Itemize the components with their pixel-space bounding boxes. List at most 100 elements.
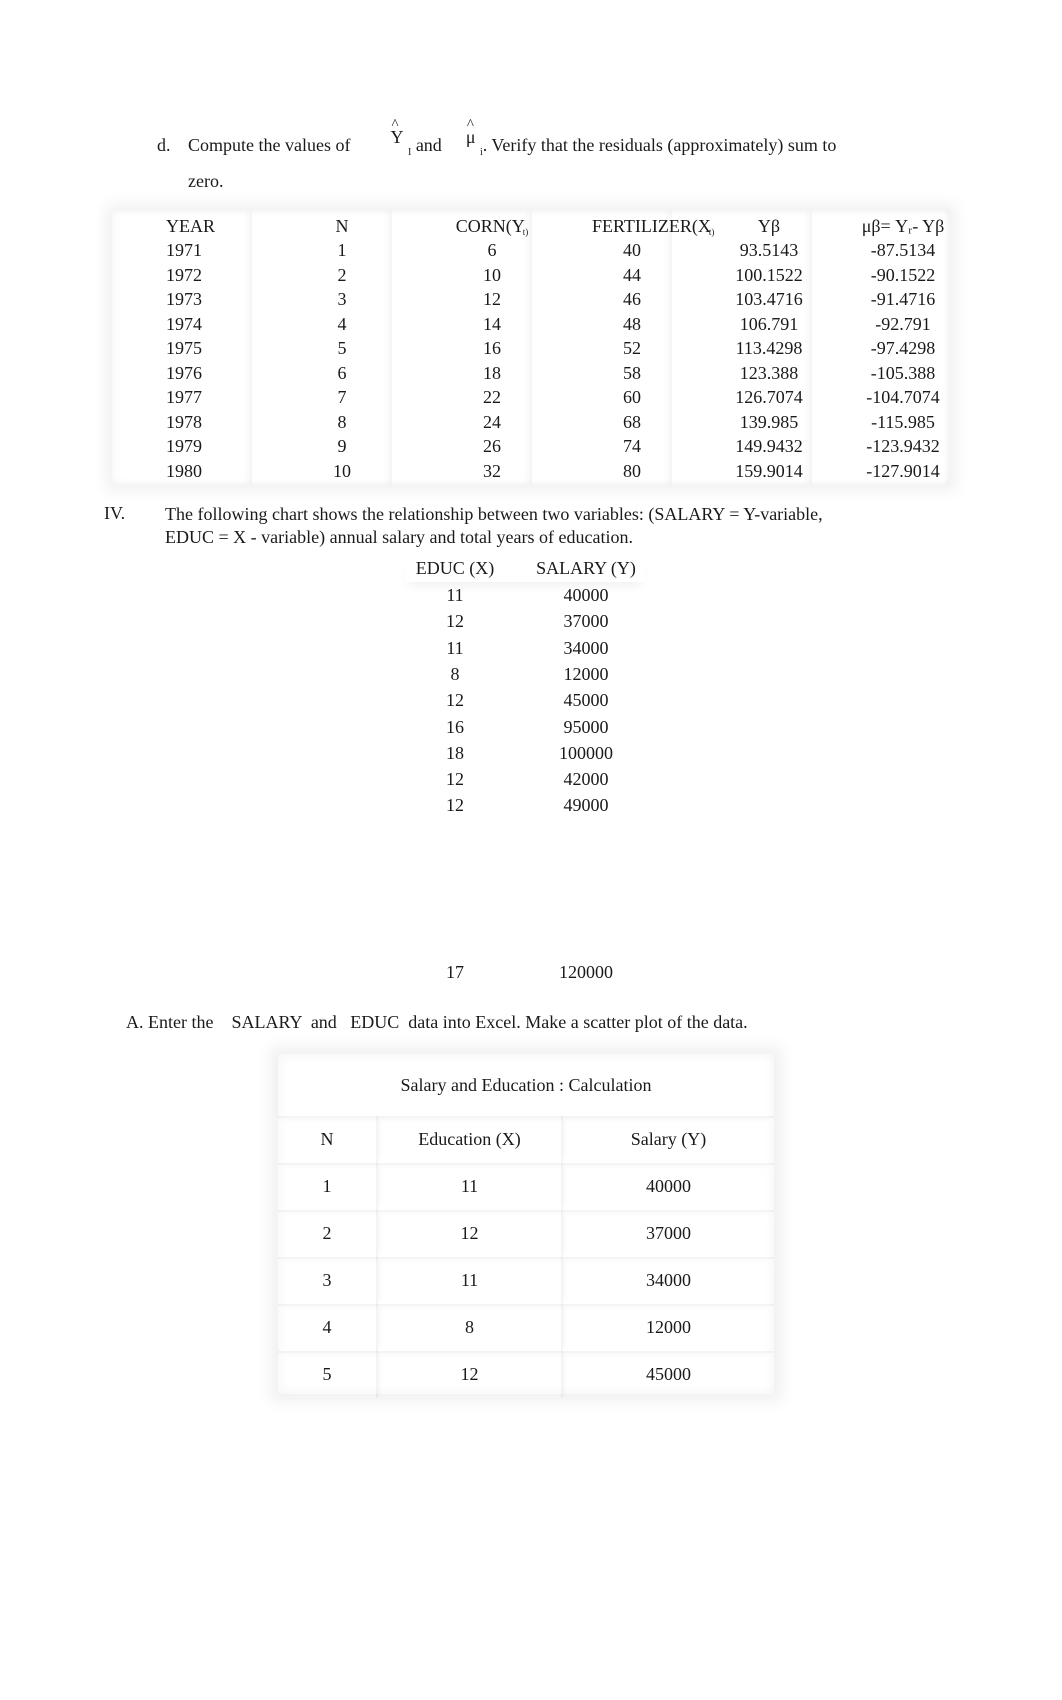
cell-n: 2 [337,264,347,285]
question-d-text: Compute the values of Y ^ I and μ ^ i. Verif… [188,117,836,158]
cell-corn: 16 [483,338,501,358]
cell-year: 1972 [166,264,202,285]
list-item-salary: 12000 [563,663,609,684]
y-hat-subscript: I [407,147,412,158]
cell-residual: -91.4716 [870,289,936,309]
cell-yhat: 103.4716 [735,289,803,309]
cell-corn: 26 [483,436,501,456]
list-item-educ: 11 [446,585,464,605]
cell-fertilizer: 74 [623,436,641,456]
list-item-educ: 18 [446,742,464,763]
cell-n: 5 [337,338,347,358]
header-residual: μβ= Yᵣ- Yβ [861,216,945,236]
cell-fertilizer: 52 [623,338,641,358]
list-item-educ: 8 [450,663,460,684]
cell-yhat: 123.388 [739,362,799,383]
cell-n: 1 [278,1163,378,1210]
cell-yhat: 106.791 [739,313,799,334]
list-item-salary: 49000 [563,795,609,816]
cell-residual: -127.9014 [866,460,940,481]
cell-residual: -115.985 [871,411,935,432]
list-header-educ: EDUC (X) [415,558,495,578]
question-d-and: and [415,135,442,155]
cell-n: 1 [337,240,347,260]
list-item-educ: 12 [446,611,464,632]
list-item-salary: 100000 [559,742,613,763]
header-salary: Salary (Y) [630,1129,707,1149]
cell-year: 1976 [166,362,202,383]
table-row: 1972 2 10 44 100.1522 -90.1522 [112,263,950,287]
table-header-row: N Education (X) Salary (Y) [278,1116,774,1165]
hat-mark: ^ [466,117,474,133]
cell-yhat: 126.7074 [735,387,803,407]
cell-yhat: 149.9432 [735,436,803,456]
cell-fertilizer: 68 [623,411,641,432]
header-fertilizer-subscript: t) [708,227,715,237]
cell-n: 3 [337,289,347,309]
cell-n: 4 [337,313,347,334]
cell-n: 10 [333,460,351,481]
cell-salary: 40000 [646,1176,691,1196]
header-yhat: Yβ [757,216,781,236]
cell-corn: 32 [483,460,501,481]
cell-corn: 24 [483,411,501,432]
table-row: 1980 10 32 80 159.9014 -127.9014 [112,459,950,483]
list-item-salary: 45000 [563,690,609,711]
question-d-text-before: Compute the values of [188,135,351,155]
cell-year: 1978 [166,411,202,432]
section-iv-line-2: EDUC = X - variable) annual salary and t… [165,527,633,547]
cell-yhat: 139.985 [739,411,799,432]
list-item-salary: 40000 [563,585,609,605]
list-item-salary: 34000 [563,637,609,658]
cell-residual: -87.5134 [870,240,936,260]
cell-corn: 12 [483,289,501,309]
table-row: 2 12 37000 [278,1210,774,1259]
table-row: 1973 3 12 46 103.4716 -91.4716 [112,287,950,311]
cell-n: 7 [337,387,347,407]
table-row: 1 11 40000 [278,1163,774,1212]
cell-year: 1973 [166,289,202,309]
cell-education: 8 [378,1304,563,1351]
list-item-salary: 42000 [563,769,609,790]
cell-n: 5 [278,1351,378,1398]
table-title: Salary and Education : Calculation [278,1054,774,1118]
header-corn-label: CORN(Y [455,216,525,236]
header-year: YEAR [166,216,215,236]
cell-salary: 37000 [646,1223,691,1243]
cell-residual: -97.4298 [870,338,936,358]
table-row: 1976 6 18 58 123.388 -105.388 [112,361,950,385]
cell-yhat: 159.9014 [735,460,803,481]
list-last-educ: 17 [446,962,464,982]
cell-year: 1977 [166,387,202,407]
list-last-salary: 120000 [559,962,613,982]
cell-salary: 45000 [646,1364,691,1384]
table-row: 4 8 12000 [278,1304,774,1353]
list-header-salary: SALARY (Y) [536,558,636,578]
cell-year: 1979 [166,436,202,456]
cell-fertilizer: 58 [623,362,641,383]
table-row: 1971 1 6 40 93.5143 -87.5134 [112,238,950,262]
cell-yhat: 93.5143 [739,240,799,260]
question-d-continued: zero. [188,171,224,191]
cell-residual: -104.7074 [866,387,940,407]
section-iv-text: The following chart shows the relationsh… [165,503,925,549]
cell-corn: 18 [483,362,501,383]
mu-hat-symbol: μ ^ [466,117,476,156]
cell-salary: 12000 [646,1317,691,1337]
question-d-label: d. [157,135,171,155]
list-item-educ: 12 [446,769,464,790]
cell-year: 1980 [166,460,202,481]
table-row: 1979 9 26 74 149.9432 -123.9432 [112,434,950,458]
salary-education-table: Salary and Education : Calculation N Edu… [278,1054,774,1398]
cell-year: 1971 [166,240,202,260]
cell-n: 8 [337,411,347,432]
cell-residual: -123.9432 [866,436,940,456]
header-corn-subscript: t) [522,227,529,237]
corn-fertilizer-table: YEAR N CORN(Yt) FERTILIZER(Xt) Yβ μβ= Yᵣ… [112,210,950,485]
cell-residual: -92.791 [875,313,931,334]
table-row: 3 11 34000 [278,1257,774,1306]
cell-fertilizer: 80 [623,460,641,481]
cell-education: 11 [378,1257,563,1304]
table-row: 1975 5 16 52 113.4298 -97.4298 [112,336,950,360]
header-fertilizer: FERTILIZER(Xt) [532,214,714,241]
